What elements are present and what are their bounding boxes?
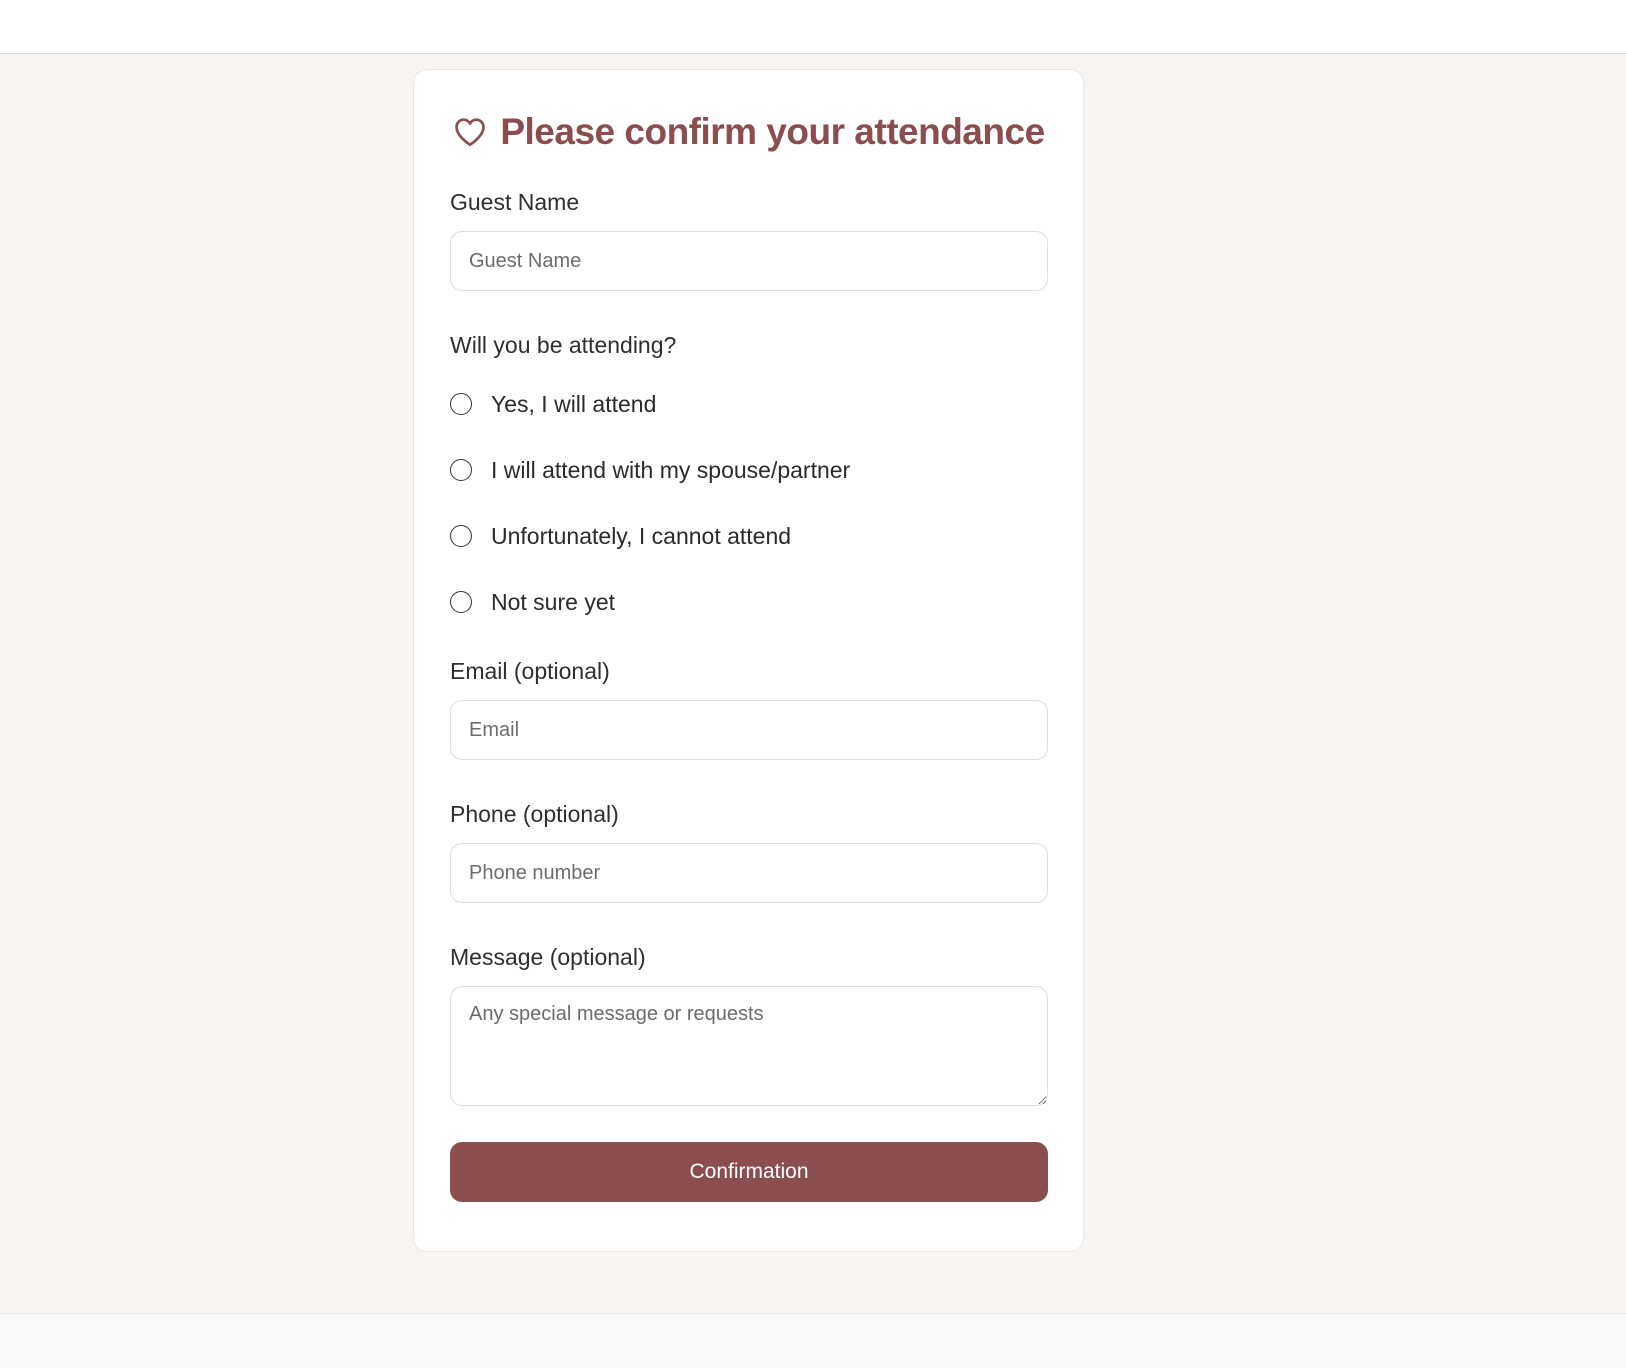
email-label: Email (optional) bbox=[450, 658, 610, 684]
email-input[interactable] bbox=[450, 700, 1048, 760]
guest-name-group: Guest Name bbox=[450, 188, 1048, 291]
top-bar bbox=[0, 0, 1626, 54]
page-content: Please confirm your attendance Guest Nam… bbox=[0, 54, 1626, 1313]
attendance-option-with-partner[interactable]: I will attend with my spouse/partner bbox=[450, 455, 1047, 485]
heart-icon bbox=[452, 114, 488, 150]
email-group: Email (optional) bbox=[450, 657, 1048, 760]
rsvp-card: Please confirm your attendance Guest Nam… bbox=[413, 69, 1084, 1252]
attendance-option-label: Not sure yet bbox=[491, 588, 615, 615]
attendance-options: Yes, I will attend I will attend with my… bbox=[450, 389, 1047, 617]
radio-button[interactable] bbox=[450, 393, 472, 415]
attendance-option-label: I will attend with my spouse/partner bbox=[491, 456, 851, 483]
radio-button[interactable] bbox=[450, 459, 472, 481]
attendance-option-not-sure[interactable]: Not sure yet bbox=[450, 587, 1047, 617]
page-title: Please confirm your attendance bbox=[500, 111, 1045, 152]
phone-label: Phone (optional) bbox=[450, 801, 619, 827]
attendance-option-label: Unfortunately, I cannot attend bbox=[491, 522, 792, 549]
attendance-group: Will you be attending? Yes, I will atten… bbox=[450, 331, 1047, 617]
radio-button[interactable] bbox=[450, 591, 472, 613]
message-label: Message (optional) bbox=[450, 944, 646, 970]
attendance-option-cannot-attend[interactable]: Unfortunately, I cannot attend bbox=[450, 521, 1047, 551]
guest-name-label: Guest Name bbox=[450, 189, 580, 215]
message-textarea[interactable] bbox=[450, 986, 1048, 1106]
phone-group: Phone (optional) bbox=[450, 800, 1048, 903]
attendance-question: Will you be attending? bbox=[450, 332, 677, 358]
guest-name-input[interactable] bbox=[450, 231, 1048, 291]
radio-button[interactable] bbox=[450, 525, 472, 547]
footer-bar bbox=[0, 1313, 1626, 1368]
attendance-option-label: Yes, I will attend bbox=[491, 390, 657, 417]
confirmation-button[interactable]: Confirmation bbox=[450, 1142, 1048, 1202]
attendance-option-yes[interactable]: Yes, I will attend bbox=[450, 389, 1047, 419]
message-group: Message (optional) bbox=[450, 943, 1048, 1106]
form-header: Please confirm your attendance bbox=[450, 106, 1047, 158]
phone-input[interactable] bbox=[450, 843, 1048, 903]
